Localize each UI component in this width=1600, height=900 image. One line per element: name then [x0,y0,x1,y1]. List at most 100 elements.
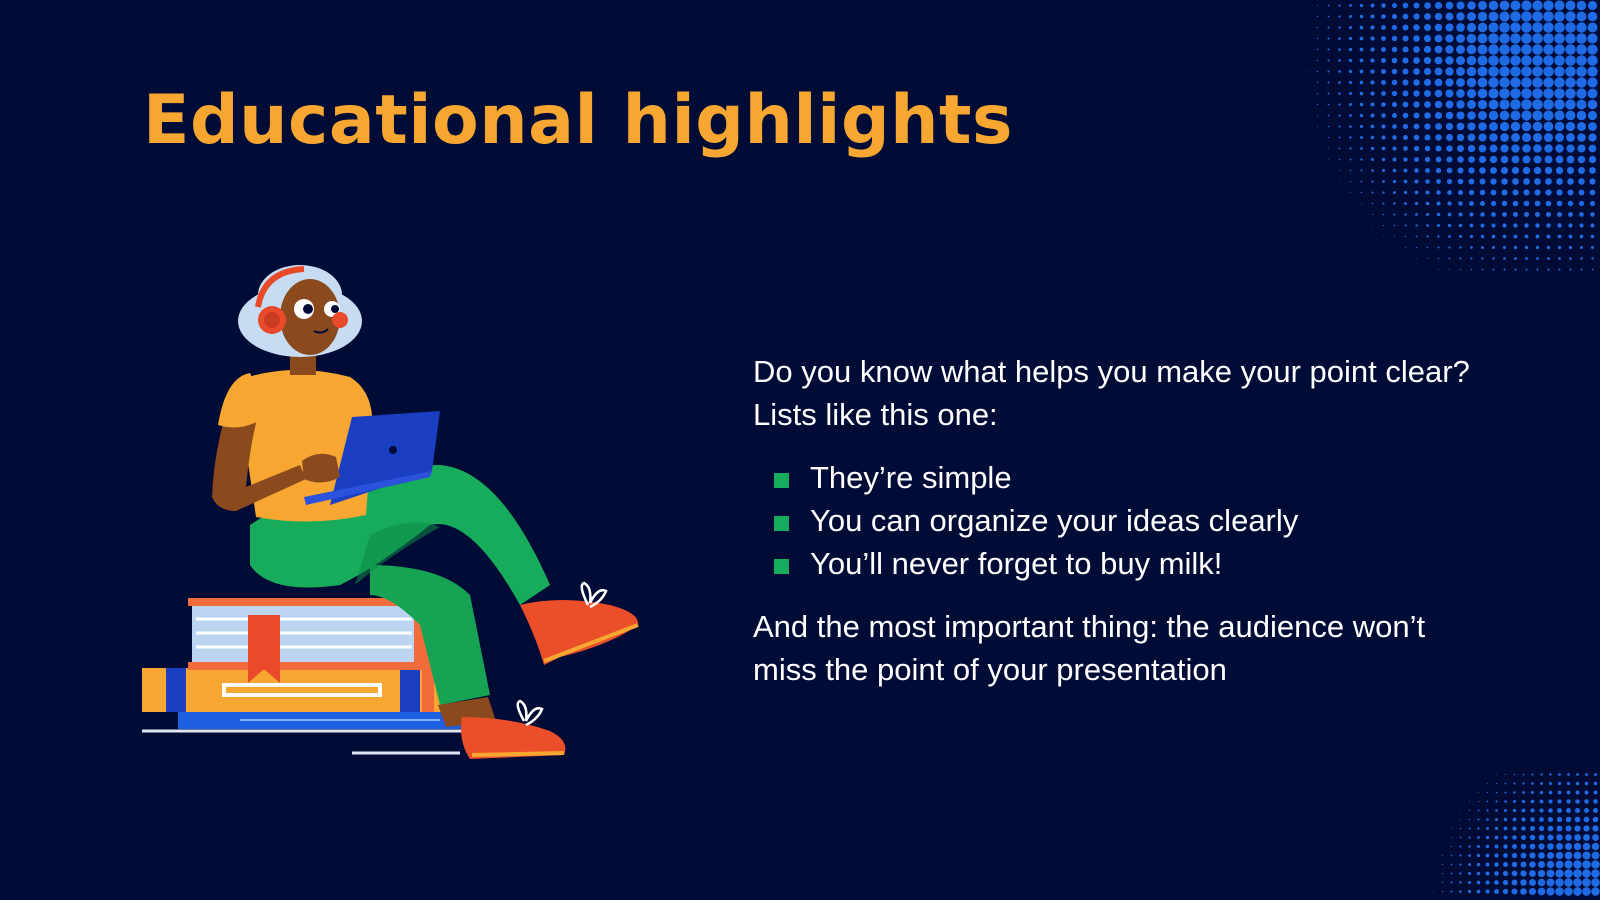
halftone-dot [1554,77,1565,88]
halftone-dot [1565,33,1576,44]
halftone-dot [1539,790,1544,795]
square-bullet-icon [774,559,789,574]
halftone-dot [1554,99,1565,110]
halftone-dot [1414,157,1419,162]
halftone-dot [1485,862,1490,867]
halftone-dot [1371,169,1374,172]
halftone-dot [1513,234,1518,239]
halftone-dot [1306,82,1307,83]
halftone-dot [1520,870,1527,877]
halftone-dot [1567,773,1570,776]
halftone-dot [1489,122,1498,131]
halftone-dot [1499,11,1510,22]
halftone-dot [1554,88,1565,99]
halftone-dot [1467,1,1476,10]
halftone-dot [1360,191,1363,194]
halftone-dot [1555,860,1564,869]
halftone-dot [1338,169,1341,172]
halftone-dot [1492,257,1495,260]
halftone-dot [1477,836,1480,839]
halftone-dot [1556,816,1563,823]
halftone-dot [1500,133,1509,142]
halftone-dot [1404,213,1407,216]
halftone-dot [1512,835,1517,840]
halftone-dot [1558,257,1561,260]
halftone-dot [1477,22,1488,33]
halftone-dot [1349,125,1352,128]
halftone-dot [1488,55,1499,66]
halftone-dot [1434,56,1443,65]
halftone-dot [1433,882,1434,883]
halftone-dot [1466,22,1477,33]
halftone-dot [1521,799,1526,804]
halftone-dot [1459,235,1462,238]
halftone-dot [1413,68,1420,75]
halftone-dot [1530,817,1535,822]
halftone-dot [1316,103,1319,106]
halftone-dot [1360,169,1363,172]
halftone-dot [1456,1,1465,10]
halftone-dot [1370,124,1375,129]
halftone-dot [1569,268,1572,271]
halftone-dot [1338,136,1341,139]
halftone-dot [1469,792,1470,793]
halftone-dot [1576,77,1587,88]
halftone-dot [1499,121,1510,132]
halftone-dot [1534,178,1541,185]
halftone-dot [1467,889,1472,894]
halftone-dot [1546,887,1555,896]
halftone-dot [1588,155,1597,164]
halftone-dot [1413,112,1420,119]
halftone-dot [1566,808,1571,813]
halftone-dot [1413,134,1420,141]
halftone-dot [1565,88,1576,99]
halftone-dot [1589,200,1596,207]
halftone-dot [1555,869,1564,878]
halftone-dot [1488,11,1499,22]
halftone-dot [1476,889,1481,894]
halftone-dot [1477,845,1480,848]
halftone-dot [1587,0,1598,11]
halftone-dot [1382,191,1385,194]
halftone-dot [1554,33,1565,44]
halftone-dot [1537,869,1546,878]
halftone-dot [1514,257,1517,260]
halftone-dot [1512,844,1517,849]
halftone-dot [1544,144,1553,153]
halftone-dot [1442,837,1443,838]
halftone-dot [1469,234,1474,239]
halftone-dot [1402,57,1409,64]
halftone-dot [1436,212,1441,217]
halftone-dot [1564,878,1573,887]
halftone-dot [1575,781,1580,786]
halftone-dot [1532,88,1543,99]
halftone-dot [1441,863,1444,866]
halftone-dot [1490,167,1497,174]
halftone-dot [1512,178,1519,185]
halftone-dot [1404,235,1407,238]
halftone-dot [1554,22,1565,33]
halftone-dot [1338,48,1341,51]
halftone-dot [1467,100,1476,109]
halftone-dot [1591,887,1600,896]
halftone-dot [1403,168,1408,173]
halftone-dot [1477,44,1488,55]
halftone-dot [1359,124,1364,129]
halftone-dot [1349,158,1352,161]
halftone-dot [1503,817,1508,822]
halftone-dot [1591,860,1600,869]
halftone-dot [1456,100,1465,109]
halftone-dot [1316,70,1319,73]
halftone-dot [1485,853,1490,858]
halftone-dot [1486,800,1489,803]
halftone-dot [1478,144,1487,153]
halftone-dot [1327,103,1330,106]
halftone-dot [1549,773,1552,776]
halftone-dot [1557,234,1562,239]
halftone-dot [1306,27,1307,28]
halftone-dot [1359,14,1364,19]
halftone-dot [1522,166,1531,175]
halftone-dot [1501,189,1508,196]
halftone-dot [1521,11,1532,22]
halftone-dot [1520,834,1527,841]
